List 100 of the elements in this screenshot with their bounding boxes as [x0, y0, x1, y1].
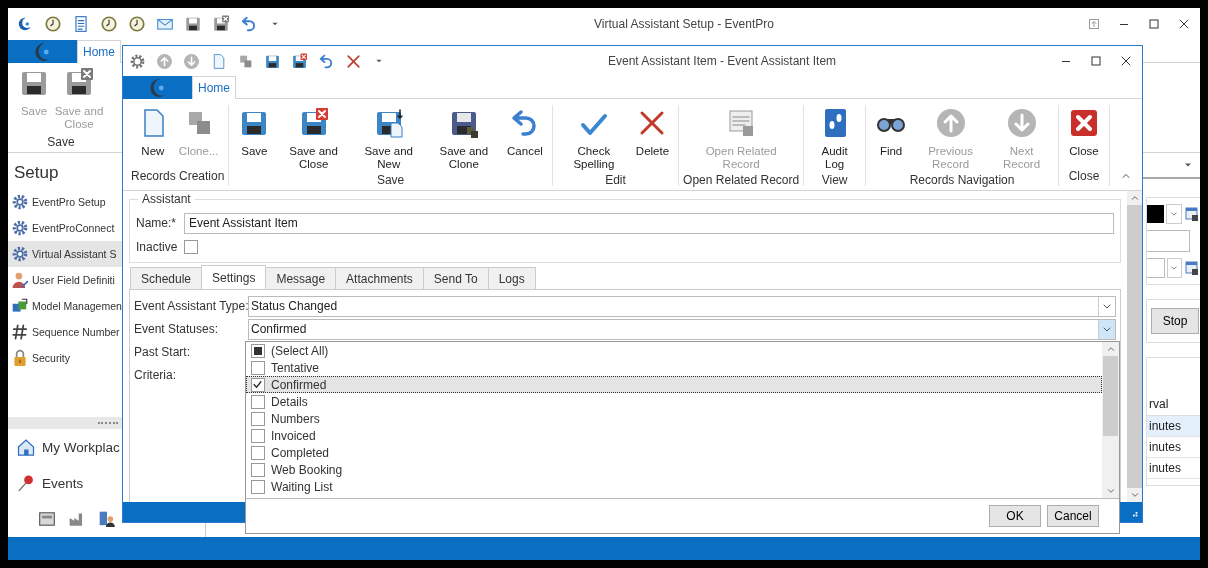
ribbon-button[interactable]: Find — [870, 105, 913, 160]
ribbon-button[interactable]: Cancel — [502, 105, 548, 160]
ribbon-button[interactable]: New — [131, 105, 174, 160]
window-title: Event Assistant Item - Event Assistant Item — [606, 54, 838, 68]
statuses-dropdown[interactable]: Confirmed — [248, 318, 1116, 340]
checklist-item[interactable]: (Select All) — [246, 342, 1102, 359]
field-label: Inactive — [136, 240, 179, 254]
group-label: Close — [1068, 169, 1100, 185]
gear-icon — [11, 193, 29, 211]
gear-icon — [11, 219, 29, 237]
ribbon-button[interactable]: Save and Clone — [425, 105, 503, 173]
ribbon-button[interactable]: Audit Log — [808, 105, 862, 173]
color-field[interactable] — [1147, 205, 1165, 223]
checklist-item[interactable]: Completed — [246, 444, 1102, 461]
app-menu-button[interactable] — [123, 76, 192, 99]
lock-icon — [11, 349, 29, 367]
window-up-icon[interactable] — [1086, 16, 1102, 32]
field-label: Past Start: — [134, 344, 191, 361]
checkmark-icon — [252, 378, 263, 390]
ribbon-button[interactable]: Save and Close — [275, 105, 352, 173]
hash-icon — [11, 323, 29, 341]
checkbox[interactable] — [251, 462, 265, 477]
ribbon-tab[interactable]: Home — [77, 40, 121, 63]
input-field[interactable] — [1147, 258, 1165, 278]
sidebar-item[interactable]: EventProConnect — [8, 215, 122, 241]
checkbox[interactable] — [251, 394, 265, 409]
scrollbar[interactable] — [1127, 191, 1142, 502]
splitter-handle[interactable] — [8, 417, 122, 429]
pushpin-icon — [16, 473, 36, 493]
person-icon — [11, 271, 29, 289]
floppy-disk-x-icon[interactable] — [291, 52, 308, 70]
boxes-icon — [11, 297, 29, 315]
ribbon-button[interactable]: Close — [1063, 105, 1105, 160]
tab[interactable]: Schedule — [130, 267, 203, 289]
dialog-button[interactable]: Cancel — [1047, 505, 1099, 527]
name-field[interactable]: Event Assistant Item — [184, 212, 1114, 234]
calendar-icon[interactable] — [1184, 206, 1200, 222]
checkbox[interactable] — [251, 479, 265, 494]
ribbon-button[interactable]: Check Spelling — [556, 105, 631, 173]
group-label: Records Creation — [131, 169, 225, 185]
chevron-down-icon — [1098, 319, 1115, 339]
checklist-item[interactable]: Web Booking — [246, 461, 1102, 478]
tab[interactable]: Logs — [487, 267, 536, 289]
checkbox[interactable] — [251, 411, 265, 426]
type-dropdown[interactable]: Status Changed — [248, 295, 1116, 317]
scrollbar[interactable] — [1102, 342, 1119, 498]
input-field[interactable] — [1147, 230, 1190, 252]
table-cell: inutes — [1147, 416, 1200, 437]
form-icon[interactable] — [38, 510, 56, 528]
checklist-item[interactable]: Numbers — [246, 410, 1102, 427]
tab[interactable]: Attachments — [335, 267, 424, 289]
logo-icon[interactable] — [16, 15, 34, 33]
navigation-item[interactable]: My Workplac — [8, 429, 122, 465]
clock-icon[interactable] — [100, 15, 118, 33]
checklist-item[interactable]: Details — [246, 393, 1102, 410]
checklist-item[interactable]: Waiting List — [246, 478, 1102, 495]
sidebar-title: Setup — [13, 162, 60, 184]
dialog-button[interactable]: OK — [989, 505, 1041, 527]
close-icon — [1068, 107, 1100, 139]
navigation-item[interactable]: Events — [8, 465, 122, 501]
group-box-title: Assistant — [138, 192, 195, 206]
checkbox[interactable] — [251, 377, 265, 392]
field-label: Event Statuses: — [134, 322, 220, 336]
table-cell: inutes — [1147, 458, 1200, 479]
checkbox[interactable] — [251, 360, 265, 375]
window-title: Virtual Assistant Setup - EventPro — [593, 17, 775, 31]
ribbon-tab[interactable]: Home — [192, 76, 236, 99]
sidebar-item[interactable]: EventPro Setup — [8, 189, 122, 215]
gear-icon — [11, 245, 29, 263]
floppy-disk-x-icon[interactable] — [212, 15, 230, 33]
sidebar-item[interactable]: Model Managemen — [8, 293, 122, 319]
undo-arrow-icon[interactable] — [318, 52, 335, 70]
checkbox[interactable] — [251, 445, 265, 460]
clock-icon[interactable] — [44, 15, 62, 33]
ribbon-button[interactable]: Save and New — [351, 105, 426, 173]
group-label: Save — [47, 135, 75, 151]
clock-icon[interactable] — [128, 15, 146, 33]
maximize-icon[interactable] — [1146, 16, 1162, 32]
tab[interactable]: Send To — [422, 267, 489, 289]
checklist-item[interactable]: Invoiced — [246, 427, 1102, 444]
tab[interactable]: Message — [265, 267, 337, 289]
checkbox[interactable] — [184, 240, 198, 254]
sidebar-item[interactable]: Virtual Assistant S — [8, 241, 122, 267]
calendar-icon[interactable] — [1184, 260, 1200, 276]
settings-icon[interactable] — [129, 52, 146, 70]
sidebar-item[interactable]: User Field Definiti — [8, 267, 122, 293]
ribbon-button[interactable]: Delete — [630, 105, 675, 160]
checklist-item[interactable]: Tentative — [246, 359, 1102, 376]
app-menu-button[interactable] — [8, 40, 77, 63]
delete-icon[interactable] — [345, 52, 362, 70]
document-icon[interactable] — [72, 15, 90, 33]
checklist-item[interactable]: Confirmed — [246, 376, 1102, 393]
undo-arrow-icon[interactable] — [240, 15, 258, 33]
contact-card-icon[interactable] — [98, 510, 116, 528]
sidebar-item[interactable]: Sequence Number — [8, 319, 122, 345]
sidebar-item[interactable]: Security — [8, 345, 122, 371]
maximize-icon[interactable] — [1088, 53, 1104, 69]
stop-button[interactable]: Stop — [1151, 308, 1199, 334]
checkbox[interactable] — [251, 428, 265, 443]
ribbon-button[interactable]: Save — [233, 105, 276, 160]
